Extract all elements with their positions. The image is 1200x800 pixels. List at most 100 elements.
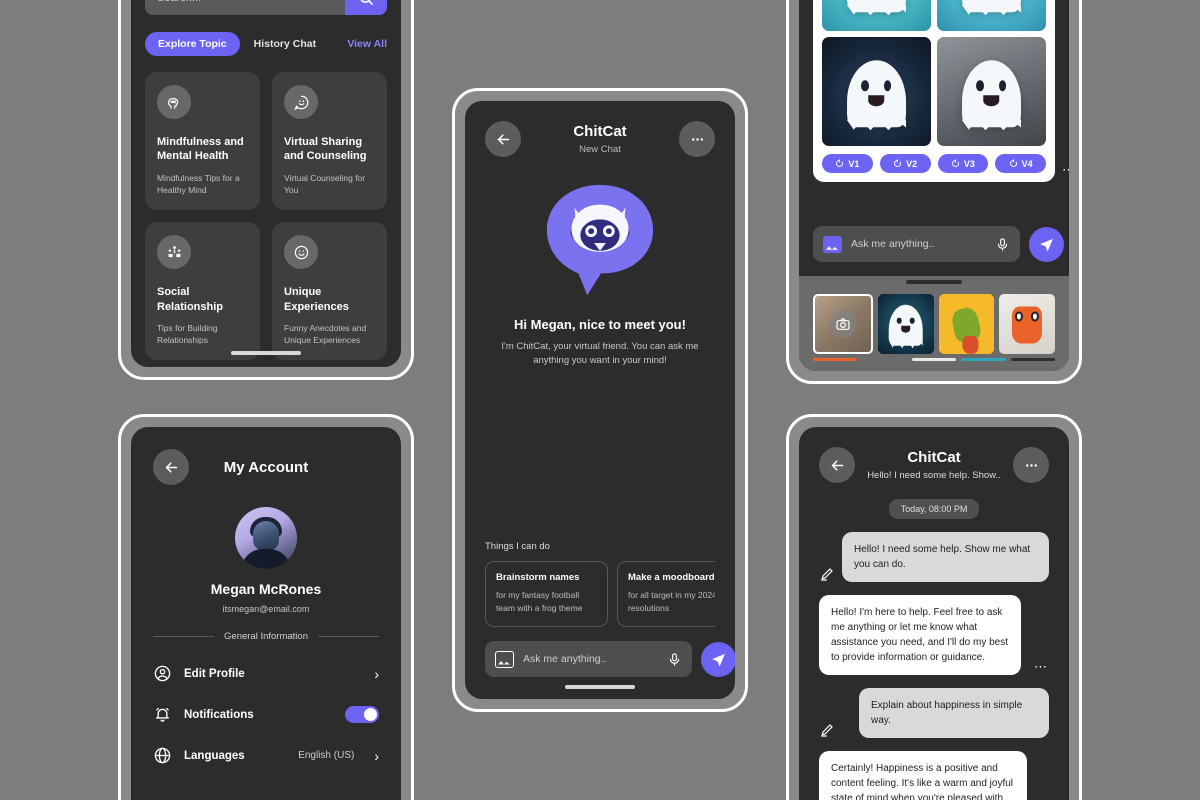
avatar-face (253, 520, 279, 551)
more-horizontal-icon[interactable]: ⋯ (1034, 659, 1049, 675)
generated-image[interactable] (822, 0, 931, 31)
pencil-icon[interactable] (819, 722, 835, 738)
refresh-icon (836, 159, 844, 167)
divider-line-right (317, 636, 379, 637)
topic-card-grid: Mindfulness and Mental Health Mindfulnes… (145, 72, 387, 361)
more-button[interactable] (1013, 447, 1049, 483)
message-input[interactable] (523, 653, 658, 665)
frog-illustration (950, 306, 983, 345)
suggestion-card[interactable]: Brainstorm names for my fantasy football… (485, 561, 608, 627)
message-composer (813, 212, 1064, 276)
monster-illustration (1012, 306, 1043, 344)
topic-subtitle: Funny Anecdotes and Unique Experiences (284, 322, 367, 346)
head-brain-icon (167, 97, 178, 109)
chat-bubble-user: Explain about happiness in simple way. (859, 688, 1049, 738)
image-icon[interactable] (495, 650, 514, 668)
search-button[interactable] (345, 0, 387, 15)
send-icon (1040, 238, 1053, 252)
suggestion-title: Make a moodboard (628, 572, 715, 584)
composer-input-box[interactable] (485, 641, 692, 677)
progress-segment (1010, 358, 1056, 361)
ghost-body (846, 59, 907, 128)
greeting-body: I'm ChitCat, your virtual friend. You ca… (501, 341, 699, 367)
more-horizontal-icon[interactable]: ⋯ (1062, 162, 1069, 178)
progress-segment (813, 358, 858, 361)
ghost-mouth (901, 326, 911, 334)
toggle-knob (364, 708, 377, 721)
setting-row-languages[interactable]: Languages English (US) › (153, 746, 379, 765)
setting-row-edit-profile[interactable]: Edit Profile › (153, 664, 379, 683)
send-button[interactable] (701, 641, 735, 677)
variant-button-v4[interactable]: V4 (995, 154, 1046, 173)
progress-segment (862, 358, 907, 361)
variant-label: V2 (906, 158, 918, 169)
user-name: Megan McRones (210, 581, 322, 597)
chat-title-block: ChitCat Hello! I need some help. Show.. (853, 449, 1015, 481)
refresh-icon (1009, 159, 1017, 167)
back-button[interactable] (485, 121, 521, 157)
suggestions-block: Things I can do Brainstorm names for my … (485, 541, 735, 699)
view-all-link[interactable]: View All (347, 38, 387, 50)
monster-orange-thumbnail[interactable] (999, 294, 1055, 354)
more-button[interactable] (679, 121, 715, 157)
generated-image[interactable] (937, 37, 1046, 146)
gallery-thumbnails (813, 284, 1055, 354)
back-button[interactable] (153, 449, 189, 485)
camera-thumbnail[interactable] (813, 294, 873, 354)
suggestion-subtitle: for my fantasy football team with a frog… (496, 590, 583, 613)
back-button[interactable] (819, 447, 855, 483)
variant-button-row: V1 V2 V3 V4 (822, 154, 1046, 173)
search-input[interactable] (145, 0, 345, 15)
user-email: itsmegan@email.com (222, 604, 310, 614)
icon-container (157, 85, 191, 119)
chat-thread-screen: ChitCat Hello! I need some help. Show.. … (799, 427, 1069, 800)
send-button[interactable] (1029, 226, 1064, 262)
explore-screen: Explore Topic History Chat View All Mind… (131, 0, 401, 367)
topic-card[interactable]: Virtual Sharing and Counseling Virtual C… (272, 72, 387, 211)
arrow-left-icon (497, 133, 509, 145)
microphone-icon[interactable] (995, 237, 1010, 252)
tab-history-chat[interactable]: History Chat (254, 38, 316, 50)
topic-card[interactable]: Unique Experiences Funny Anecdotes and U… (272, 222, 387, 361)
suggestion-list: Brainstorm names for my fantasy football… (485, 561, 715, 627)
ghost-glow-thumbnail[interactable] (877, 294, 934, 354)
chat-title: ChitCat (907, 449, 961, 466)
generated-image[interactable] (937, 0, 1046, 31)
drawer-handle[interactable] (906, 280, 962, 285)
pencil-icon[interactable] (819, 566, 835, 582)
mockup-canvas: Explore Topic History Chat View All Mind… (0, 0, 1200, 800)
chat-header: ChitCat New Chat (485, 119, 715, 159)
composer-input-box[interactable] (813, 226, 1020, 263)
chevron-right-icon: › (374, 747, 379, 764)
tab-explore-topic[interactable]: Explore Topic (145, 32, 240, 56)
microphone-icon[interactable] (667, 652, 682, 667)
icon-container (284, 85, 318, 119)
search-bar[interactable] (145, 0, 387, 15)
chitcat-logo-icon (546, 184, 654, 296)
topic-card[interactable]: Social Relationship Tips for Building Re… (145, 222, 260, 361)
ghost-body (961, 0, 1022, 13)
setting-row-notifications[interactable]: Notifications (153, 705, 379, 724)
things-i-can-do-label: Things I can do (485, 541, 550, 553)
message-input[interactable] (851, 238, 986, 251)
suggestion-card[interactable]: Make a moodboard for all target in my 20… (617, 561, 715, 627)
account-header: My Account (153, 447, 379, 487)
camera-button[interactable] (828, 310, 857, 339)
monster-eye-left (1015, 311, 1023, 322)
more-horizontal-icon (691, 137, 703, 141)
variant-label: V1 (848, 158, 860, 169)
variant-button-v2[interactable]: V2 (879, 154, 931, 173)
topic-tabs: Explore Topic History Chat View All (145, 32, 387, 56)
notifications-toggle[interactable] (345, 706, 379, 723)
chat-bubble-user: Hello! I need some help. Show me what yo… (842, 532, 1049, 582)
variant-button-v1[interactable]: V1 (822, 154, 873, 173)
generated-image[interactable] (822, 37, 931, 146)
image-icon[interactable] (823, 235, 842, 253)
topic-title: Virtual Sharing and Counseling (284, 136, 367, 163)
topic-card[interactable]: Mindfulness and Mental Health Mindfulnes… (145, 72, 260, 211)
variant-button-v3[interactable]: V3 (937, 154, 989, 173)
refresh-icon (894, 159, 902, 167)
frog-yellow-thumbnail[interactable] (938, 294, 995, 354)
refresh-icon (951, 159, 959, 167)
generated-image-grid (822, 0, 1046, 146)
